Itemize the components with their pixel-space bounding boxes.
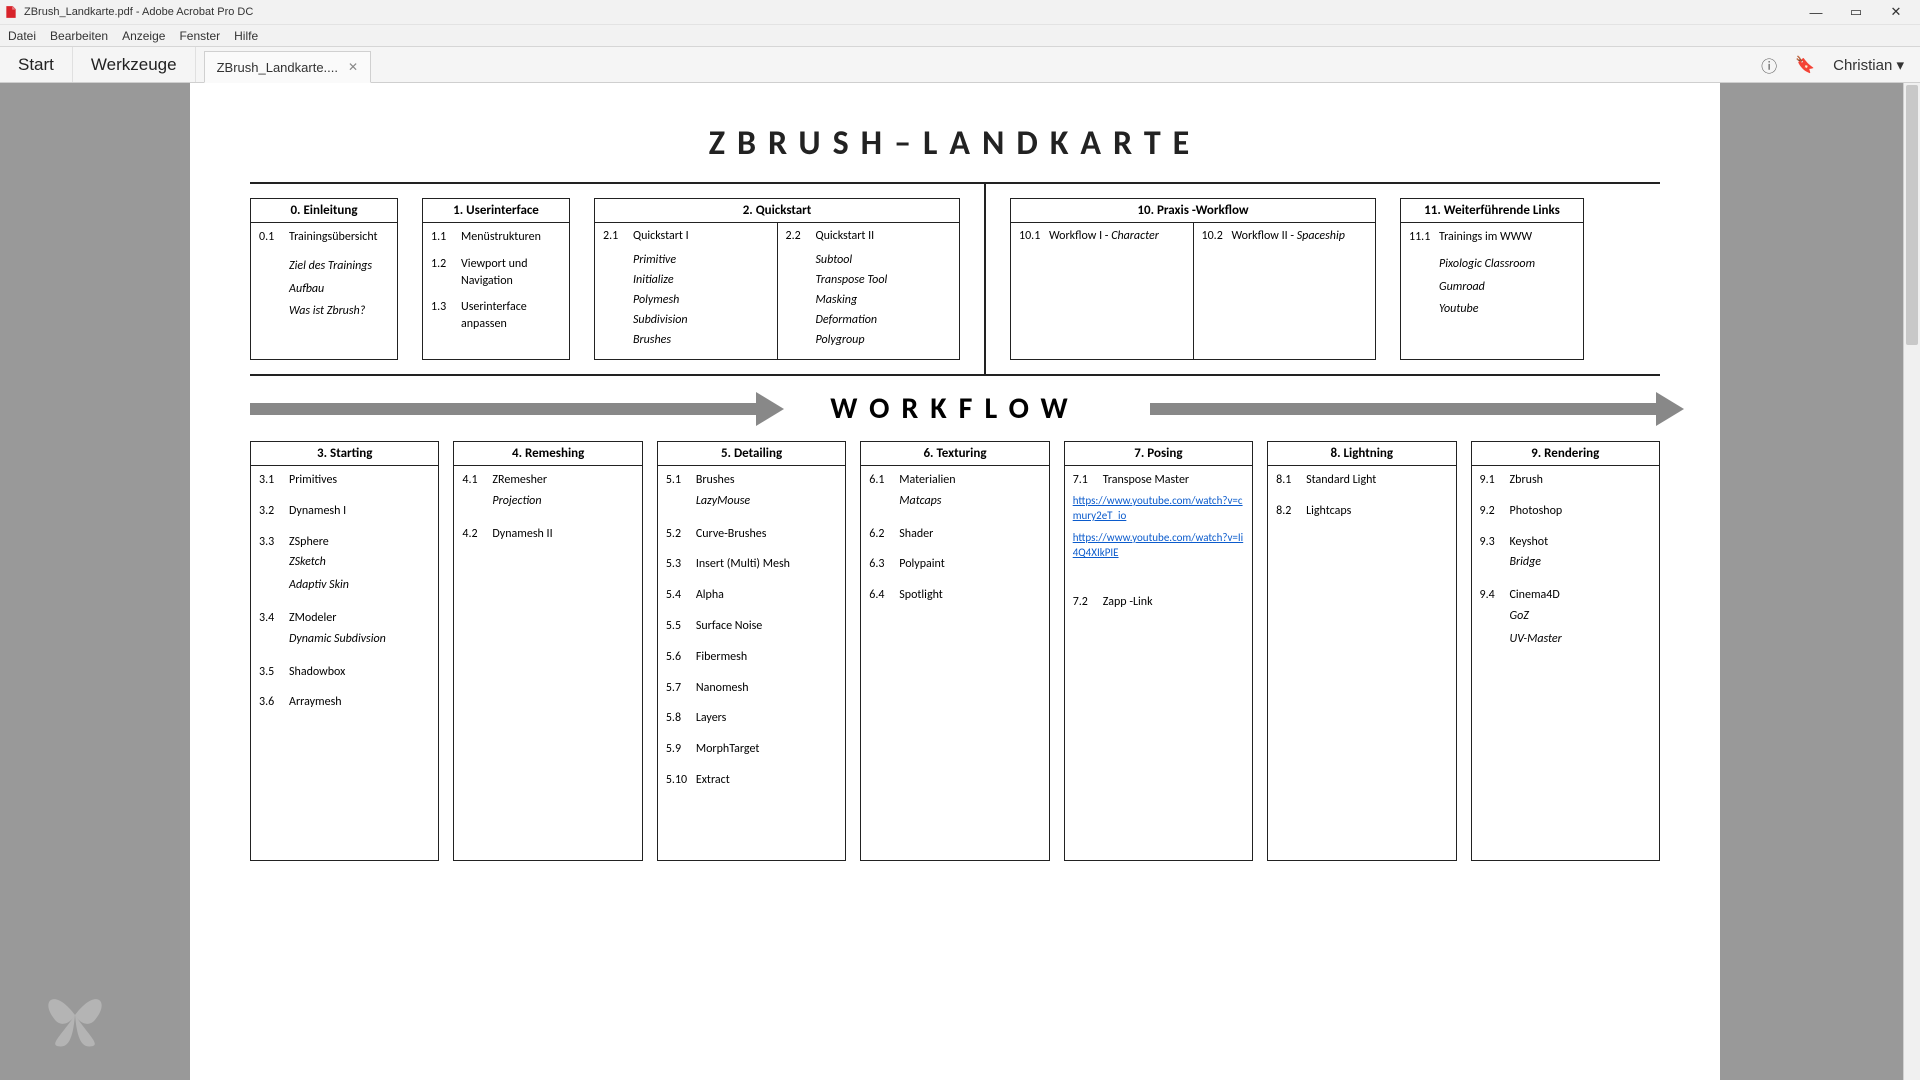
list-item: 5.1Brushes: [666, 472, 837, 489]
scrollbar-thumb[interactable]: [1906, 85, 1918, 345]
list-item: 8.1Standard Light: [1276, 472, 1447, 489]
menu-anzeige[interactable]: Anzeige: [122, 29, 165, 43]
list-item: 9.2Photoshop: [1480, 503, 1651, 520]
menubar: Datei Bearbeiten Anzeige Fenster Hilfe: [0, 25, 1920, 47]
list-item: 3.4ZModeler: [259, 610, 430, 627]
card-praxis-workflow: 10. Praxis -Workflow 10.1Workflow I - Ch…: [1010, 198, 1376, 360]
vertical-separator: [984, 184, 986, 374]
list-item: 5.6Fibermesh: [666, 649, 837, 666]
workflow-title: WORKFLOW: [760, 390, 1149, 427]
user-menu[interactable]: Christian ▾: [1833, 56, 1904, 74]
list-item: 3.5Shadowbox: [259, 664, 430, 681]
page-title: ZBRUSH–LANDKARTE: [250, 123, 1660, 164]
document-viewport: ZBRUSH–LANDKARTE 0. Einleitung 0.1Traini…: [0, 83, 1920, 1080]
arrow-right: [1150, 403, 1660, 415]
help-icon[interactable]: ⓘ: [1761, 53, 1777, 77]
list-item: 5.8Layers: [666, 710, 837, 727]
acrobat-icon: [4, 5, 18, 19]
left-gutter: [0, 83, 190, 1080]
list-subitem: Matcaps: [869, 493, 1040, 510]
tab-close-icon[interactable]: ✕: [348, 60, 358, 74]
list-item: 6.1Materialien: [869, 472, 1040, 489]
list-item: 5.3Insert (Multi) Mesh: [666, 556, 837, 573]
tools-button[interactable]: Werkzeuge: [73, 47, 196, 82]
card-quickstart: 2. Quickstart 2.1Quickstart I Primitive …: [594, 198, 960, 360]
list-subitem: Bridge: [1480, 554, 1651, 571]
start-button[interactable]: Start: [0, 47, 73, 82]
list-subitem: UV-Master: [1480, 631, 1651, 648]
workflow-header: WORKFLOW: [250, 390, 1660, 427]
card-links: 11. Weiterführende Links 11.1Trainings i…: [1400, 198, 1584, 360]
card-detailing: 5. Detailing 5.1BrushesLazyMouse5.2Curve…: [657, 441, 846, 861]
card-rendering: 9. Rendering 9.1Zbrush9.2Photoshop9.3Key…: [1471, 441, 1660, 861]
list-item: 3.2Dynamesh I: [259, 503, 430, 520]
card-userinterface: 1. Userinterface 1.1Menüstrukturen 1.2Vi…: [422, 198, 570, 360]
watermark-icon: [40, 980, 110, 1050]
menu-datei[interactable]: Datei: [8, 29, 36, 43]
list-item: 5.9MorphTarget: [666, 741, 837, 758]
list-item: 3.6Arraymesh: [259, 694, 430, 711]
list-item: 6.2Shader: [869, 526, 1040, 543]
menu-bearbeiten[interactable]: Bearbeiten: [50, 29, 108, 43]
list-item: 5.10Extract: [666, 772, 837, 789]
bookmark-icon[interactable]: 🔖: [1795, 55, 1815, 75]
section-rule: [250, 374, 1660, 376]
list-item: 7.1Transpose Master: [1073, 472, 1244, 489]
list-item: 3.1Primitives: [259, 472, 430, 489]
list-item: 9.3Keyshot: [1480, 534, 1651, 551]
card-einleitung: 0. Einleitung 0.1Trainingsübersicht Ziel…: [250, 198, 398, 360]
list-item: 6.3Polypaint: [869, 556, 1040, 573]
hyperlink[interactable]: https://www.youtube.com/watch?v=cmury2eT…: [1073, 493, 1244, 524]
top-section: 0. Einleitung 0.1Trainingsübersicht Ziel…: [250, 198, 1660, 360]
list-item: 5.4Alpha: [666, 587, 837, 604]
document-tab-label: ZBrush_Landkarte....: [217, 60, 338, 75]
list-item: 4.2Dynamesh II: [462, 526, 633, 543]
list-subitem: GoZ: [1480, 608, 1651, 625]
workflow-grid: 3. Starting 3.1Primitives3.2Dynamesh I3.…: [250, 441, 1660, 861]
window-maximize-button[interactable]: ▭: [1836, 0, 1876, 25]
window-minimize-button[interactable]: —: [1796, 0, 1836, 25]
list-item: 9.1Zbrush: [1480, 472, 1651, 489]
list-item: 5.7Nanomesh: [666, 680, 837, 697]
card-head: 0. Einleitung: [251, 199, 397, 223]
list-subitem: Adaptiv Skin: [259, 577, 430, 594]
list-item: 9.4Cinema4D: [1480, 587, 1651, 604]
list-subitem: ZSketch: [259, 554, 430, 571]
menu-hilfe[interactable]: Hilfe: [234, 29, 258, 43]
card-starting: 3. Starting 3.1Primitives3.2Dynamesh I3.…: [250, 441, 439, 861]
arrow-left: [250, 403, 760, 415]
title-rule: [250, 182, 1660, 184]
list-item: 5.2Curve-Brushes: [666, 526, 837, 543]
menu-fenster[interactable]: Fenster: [179, 29, 220, 43]
window-close-button[interactable]: ✕: [1876, 0, 1916, 25]
card-posing: 7. Posing 7.1Transpose Masterhttps://www…: [1064, 441, 1253, 861]
list-subitem: Dynamic Subdivsion: [259, 631, 430, 648]
list-item: 5.5Surface Noise: [666, 618, 837, 635]
list-item: 7.2Zapp -Link: [1073, 594, 1244, 611]
titlebar: ZBrush_Landkarte.pdf - Adobe Acrobat Pro…: [0, 0, 1920, 25]
card-lightning: 8. Lightning 8.1Standard Light8.2Lightca…: [1267, 441, 1456, 861]
page: ZBRUSH–LANDKARTE 0. Einleitung 0.1Traini…: [190, 83, 1720, 1080]
list-subitem: LazyMouse: [666, 493, 837, 510]
vertical-scrollbar[interactable]: [1903, 83, 1920, 1080]
card-texturing: 6. Texturing 6.1MaterialienMatcaps6.2Sha…: [860, 441, 1049, 861]
list-subitem: Projection: [462, 493, 633, 510]
list-item: 3.3ZSphere: [259, 534, 430, 551]
list-item: 8.2Lightcaps: [1276, 503, 1447, 520]
list-item: 6.4Spotlight: [869, 587, 1040, 604]
toolbar: Start Werkzeuge ZBrush_Landkarte.... ✕ ⓘ…: [0, 47, 1920, 83]
hyperlink[interactable]: https://www.youtube.com/watch?v=Ii4Q4XIk…: [1073, 530, 1244, 561]
right-gutter: [1720, 83, 1920, 1080]
list-item: 4.1ZRemesher: [462, 472, 633, 489]
card-remeshing: 4. Remeshing 4.1ZRemesherProjection4.2Dy…: [453, 441, 642, 861]
document-tab[interactable]: ZBrush_Landkarte.... ✕: [204, 51, 371, 83]
window-title: ZBrush_Landkarte.pdf - Adobe Acrobat Pro…: [24, 6, 253, 18]
